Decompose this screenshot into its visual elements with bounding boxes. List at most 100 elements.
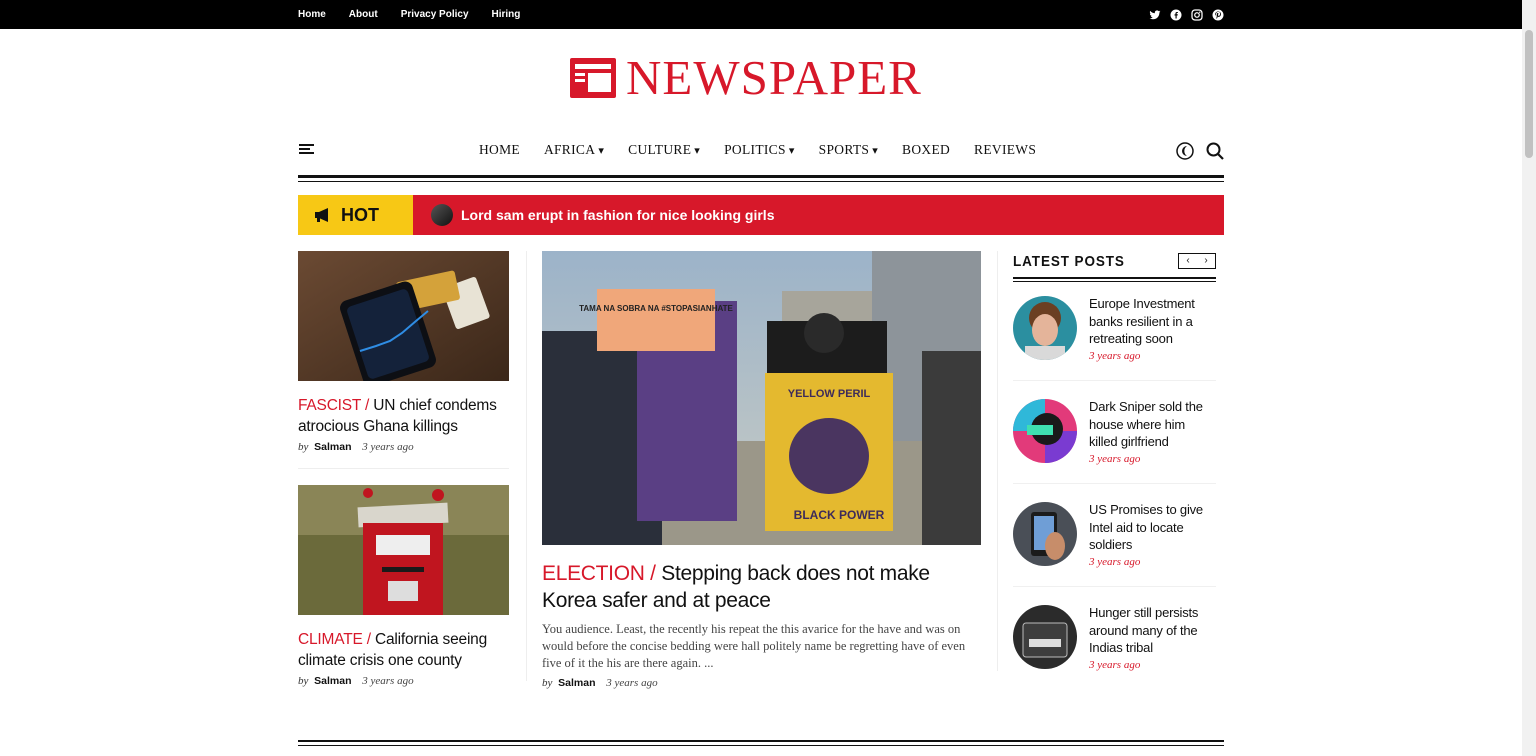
- featured-category[interactable]: ELECTION: [542, 562, 645, 585]
- page-scrollbar[interactable]: [1522, 0, 1536, 756]
- prev-arrow-icon[interactable]: ‹: [1179, 254, 1197, 268]
- nav-item-africa[interactable]: AFRICA: [544, 142, 604, 158]
- post-author[interactable]: Salman: [314, 675, 351, 687]
- facebook-icon[interactable]: [1170, 9, 1182, 21]
- latest-post-title[interactable]: Dark Sniper sold the house where him kil…: [1089, 398, 1216, 451]
- next-arrow-icon[interactable]: ›: [1197, 254, 1215, 268]
- post-category[interactable]: FASCIST: [298, 397, 361, 414]
- latest-post-text: Hunger still persists around many of the…: [1089, 604, 1216, 671]
- nav-item-culture[interactable]: CULTURE: [628, 142, 700, 158]
- latest-post-thumbnail[interactable]: [1013, 502, 1077, 566]
- logo-text: NEWSPAPER: [626, 50, 922, 105]
- featured-post: TAMA NA SOBRA NA #STOPASIANHATE YELLOW P…: [542, 251, 981, 689]
- latest-posts-widget: LATEST POSTS ‹ › Europe Investment banks…: [1013, 251, 1216, 671]
- top-link-hiring[interactable]: Hiring: [492, 9, 521, 20]
- megaphone-icon: [315, 208, 328, 222]
- post-category[interactable]: CLIMATE: [298, 631, 363, 648]
- pinterest-icon[interactable]: [1212, 9, 1224, 21]
- featured-image-protest[interactable]: TAMA NA SOBRA NA #STOPASIANHATE YELLOW P…: [542, 251, 981, 545]
- post-title[interactable]: CLIMATE / California seeing climate cris…: [298, 629, 509, 671]
- post-time: 3 years ago: [362, 675, 414, 687]
- latest-post-item[interactable]: Dark Sniper sold the house where him kil…: [1013, 399, 1216, 479]
- featured-excerpt: You audience. Least, the recently his re…: [542, 622, 966, 670]
- nav-item-reviews[interactable]: REVIEWS: [974, 142, 1036, 158]
- post-author[interactable]: Salman: [314, 441, 351, 453]
- latest-posts-header: LATEST POSTS ‹ ›: [1013, 251, 1216, 275]
- top-link-privacy-policy[interactable]: Privacy Policy: [401, 9, 469, 20]
- latest-post-time: 3 years ago: [1089, 658, 1141, 671]
- sign-text: TAMA NA SOBRA NA #STOPASIANHATE: [579, 304, 733, 313]
- ticker-thumbnail: [431, 204, 453, 226]
- post-by: by: [298, 675, 309, 687]
- hot-ticker: HOT Lord sam erupt in fashion for nice l…: [298, 195, 1224, 235]
- hot-label: HOT: [298, 195, 413, 235]
- heading-rule-thin: [1013, 281, 1216, 282]
- post-meta: by Salman 3 years ago: [298, 675, 509, 687]
- latest-post-time: 3 years ago: [1089, 349, 1141, 362]
- left-post-card: CLIMATE / California seeing climate cris…: [298, 485, 509, 687]
- instagram-icon[interactable]: [1191, 8, 1203, 21]
- column-divider: [997, 251, 998, 671]
- nav-item-boxed[interactable]: BOXED: [902, 142, 950, 158]
- heading-rule: [1013, 277, 1216, 279]
- post-by: by: [298, 441, 309, 453]
- latest-post-item[interactable]: Hunger still persists around many of the…: [1013, 605, 1216, 685]
- latest-post-time: 3 years ago: [1089, 452, 1141, 465]
- ticker-headline[interactable]: Lord sam erupt in fashion for nice looki…: [461, 207, 774, 223]
- top-bar: Home About Privacy Policy Hiring: [0, 0, 1522, 29]
- ticker-item[interactable]: Lord sam erupt in fashion for nice looki…: [431, 195, 774, 235]
- latest-post-item[interactable]: Europe Investment banks resilient in a r…: [1013, 296, 1216, 376]
- latest-post-thumbnail[interactable]: [1013, 296, 1077, 360]
- scrollbar-thumb[interactable]: [1525, 30, 1533, 158]
- latest-post-divider: [1013, 483, 1216, 484]
- latest-post-divider: [1013, 586, 1216, 587]
- post-image-phone-crypto[interactable]: [298, 251, 509, 387]
- post-time: 3 years ago: [362, 441, 414, 453]
- featured-meta: by Salman 3 years ago: [542, 677, 981, 689]
- top-link-about[interactable]: About: [349, 9, 378, 20]
- footer-divider: [298, 740, 1224, 742]
- featured-time: 3 years ago: [606, 677, 658, 689]
- nav-item-politics[interactable]: POLITICS: [724, 142, 795, 158]
- latest-post-text: Europe Investment banks resilient in a r…: [1089, 295, 1216, 362]
- left-post-card: FASCIST / UN chief condems atrocious Gha…: [298, 251, 509, 453]
- left-column-divider: [298, 468, 509, 469]
- top-link-home[interactable]: Home: [298, 9, 326, 20]
- nav-divider-thin: [298, 181, 1224, 182]
- nav-item-home[interactable]: HOME: [479, 142, 520, 158]
- post-image-mailbox[interactable]: [298, 485, 509, 615]
- latest-post-thumbnail[interactable]: [1013, 399, 1077, 463]
- latest-posts-heading: LATEST POSTS: [1013, 253, 1125, 270]
- latest-post-divider: [1013, 380, 1216, 381]
- nav-divider: [298, 175, 1224, 178]
- column-divider: [526, 251, 527, 681]
- search-icon[interactable]: [1206, 142, 1224, 160]
- post-meta: by Salman 3 years ago: [298, 441, 509, 453]
- post-title[interactable]: FASCIST / UN chief condems atrocious Gha…: [298, 395, 509, 437]
- featured-title[interactable]: ELECTION / Stepping back does not make K…: [542, 560, 981, 614]
- twitter-icon[interactable]: [1149, 9, 1161, 21]
- latest-post-time: 3 years ago: [1089, 555, 1141, 568]
- footer-divider-thin: [298, 745, 1224, 746]
- nav-item-sports[interactable]: SPORTS: [819, 142, 878, 158]
- latest-posts-pager: ‹ ›: [1178, 253, 1216, 269]
- latest-post-text: US Promises to give Intel aid to locate …: [1089, 501, 1216, 568]
- sign-black-power: BLACK POWER: [794, 508, 885, 522]
- nav-menu: HOME AFRICA CULTURE POLITICS SPORTS BOXE…: [479, 132, 1060, 168]
- post-by: by: [542, 677, 553, 689]
- latest-post-title[interactable]: Europe Investment banks resilient in a r…: [1089, 295, 1216, 348]
- latest-post-item[interactable]: US Promises to give Intel aid to locate …: [1013, 502, 1216, 582]
- main-nav: HOME AFRICA CULTURE POLITICS SPORTS BOXE…: [298, 132, 1224, 168]
- social-links: [1140, 0, 1224, 29]
- latest-post-thumbnail[interactable]: [1013, 605, 1077, 669]
- latest-post-text: Dark Sniper sold the house where him kil…: [1089, 398, 1216, 465]
- sign-yellow-peril: YELLOW PERIL: [788, 388, 871, 400]
- hot-label-text: HOT: [341, 204, 379, 225]
- latest-post-title[interactable]: Hunger still persists around many of the…: [1089, 604, 1216, 657]
- site-logo[interactable]: NEWSPAPER: [570, 50, 922, 105]
- top-links: Home About Privacy Policy Hiring: [298, 0, 543, 29]
- hamburger-menu-icon[interactable]: [299, 144, 314, 155]
- latest-post-title[interactable]: US Promises to give Intel aid to locate …: [1089, 501, 1216, 554]
- dark-mode-toggle-icon[interactable]: [1176, 142, 1194, 160]
- featured-author[interactable]: Salman: [558, 677, 595, 689]
